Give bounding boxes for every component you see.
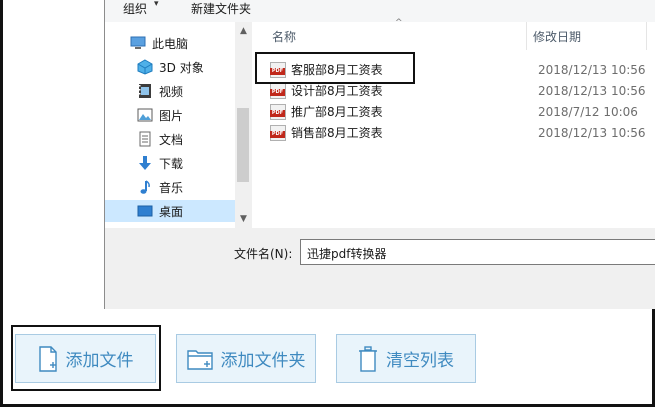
column-header-name[interactable]: 名称	[272, 28, 296, 45]
nav-item-videos[interactable]: 视频	[105, 80, 235, 102]
nav-item-label: 桌面	[159, 204, 184, 219]
nav-item-label: 下载	[159, 156, 184, 171]
filename-bar: 文件名(N): 迅捷pdf转换器	[105, 228, 655, 309]
add-file-button[interactable]: 添加文件	[15, 334, 156, 383]
nav-item-this-pc[interactable]: 此电脑	[105, 32, 235, 54]
music-icon	[137, 179, 153, 195]
nav-item-label: 音乐	[159, 180, 184, 195]
nav-item-label: 图片	[159, 108, 184, 123]
chevron-down-icon: ▾	[154, 0, 159, 9]
nav-item-pictures[interactable]: 图片	[105, 104, 235, 126]
sort-ascending-icon: ^	[395, 18, 403, 28]
add-folder-icon	[186, 348, 213, 370]
file-name: 推广部8月工资表	[291, 105, 383, 119]
documents-icon	[137, 131, 153, 147]
column-header-modified[interactable]: 修改日期	[533, 28, 581, 45]
nav-item-label: 视频	[159, 84, 184, 99]
3d-objects-icon	[137, 59, 153, 75]
nav-item-desktop[interactable]: 桌面	[105, 200, 235, 222]
add-folder-button[interactable]: 添加文件夹	[176, 334, 316, 383]
nav-item-label: 3D 对象	[159, 60, 204, 75]
organize-menu-button[interactable]: 组织	[123, 0, 147, 17]
filename-label: 文件名(N):	[234, 247, 293, 261]
clear-list-button[interactable]: 清空列表	[336, 334, 476, 383]
file-name: 销售部8月工资表	[291, 126, 383, 140]
scroll-down-arrow-icon[interactable]: ▼	[235, 212, 252, 226]
new-folder-button[interactable]: 新建文件夹	[191, 0, 251, 17]
nav-item-downloads[interactable]: 下载	[105, 152, 235, 174]
nav-item-label: 此电脑	[152, 36, 189, 51]
computer-icon	[130, 35, 146, 51]
pdf-icon: PDF	[270, 82, 286, 99]
scrollbar-thumb[interactable]	[237, 108, 249, 182]
pictures-icon	[137, 107, 153, 123]
scroll-up-arrow-icon[interactable]: ▲	[235, 24, 252, 38]
file-name: 设计部8月工资表	[291, 84, 383, 98]
desktop-icon	[137, 203, 153, 219]
pdf-icon: PDF	[270, 124, 286, 141]
command-bar: 组织 ▾ 新建文件夹	[105, 0, 655, 22]
pdf-icon: PDF	[270, 103, 286, 120]
annotation-highlight-box	[255, 52, 415, 84]
nav-item-3d-objects[interactable]: 3D 对象	[105, 56, 235, 78]
trash-icon	[358, 345, 378, 372]
clear-list-label: 清空列表	[386, 351, 454, 371]
video-icon	[137, 83, 153, 99]
nav-item-documents[interactable]: 文档	[105, 128, 235, 150]
column-divider[interactable]	[646, 22, 647, 50]
filename-input[interactable]: 迅捷pdf转换器	[300, 239, 655, 265]
add-folder-label: 添加文件夹	[220, 351, 306, 371]
column-divider[interactable]	[526, 22, 527, 50]
navigation-scrollbar[interactable]: ▲ ▼	[235, 22, 252, 228]
add-file-label: 添加文件	[65, 351, 134, 371]
file-row[interactable]: PDF 推广部8月工资表 2018/7/12 10:06	[270, 101, 650, 122]
file-date: 2018/7/12 10:06	[538, 104, 638, 119]
nav-item-music[interactable]: 音乐	[105, 176, 235, 198]
file-row[interactable]: PDF 销售部8月工资表 2018/12/13 10:56	[270, 122, 650, 143]
file-date: 2018/12/13 10:56	[538, 83, 646, 98]
add-file-icon	[38, 345, 58, 372]
download-icon	[137, 155, 153, 171]
navigation-pane: 此电脑 3D 对象 视频 图片 文档 下载 音乐 桌面 ▲ ▼	[105, 22, 255, 228]
nav-item-label: 文档	[159, 132, 184, 147]
file-date: 2018/12/13 10:56	[538, 62, 646, 77]
file-date: 2018/12/13 10:56	[538, 125, 646, 140]
file-open-dialog: 组织 ▾ 新建文件夹 此电脑 3D 对象 视频 图片 文档 下载 音乐 桌面 ▲…	[104, 0, 655, 309]
